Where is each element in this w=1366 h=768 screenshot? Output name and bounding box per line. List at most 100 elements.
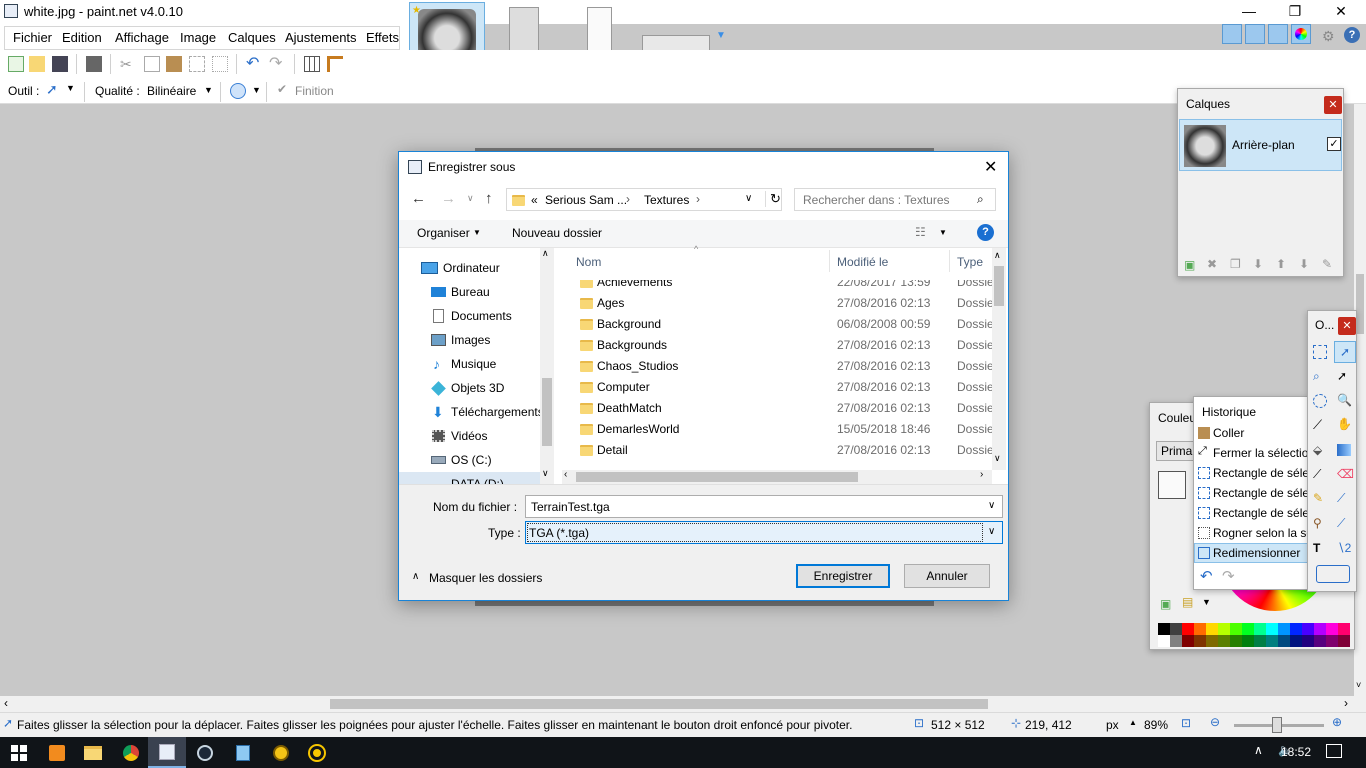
new-folder-button[interactable]: Nouveau dossier: [512, 226, 602, 240]
palette-swatch[interactable]: [1338, 623, 1350, 635]
menu-affichage[interactable]: Affichage: [115, 30, 169, 45]
shapes-tool-icon[interactable]: [1316, 565, 1350, 583]
rectangle-select-tool-icon[interactable]: [1313, 345, 1327, 359]
primary-color-select[interactable]: Primai: [1156, 441, 1196, 461]
palette-swatch[interactable]: [1206, 623, 1218, 635]
ruler-icon[interactable]: [327, 56, 343, 72]
menu-ajustements[interactable]: Ajustements: [285, 30, 357, 45]
palette-swatch[interactable]: [1242, 635, 1254, 647]
file-scroll-down-icon[interactable]: ∨: [994, 453, 1001, 464]
save-icon[interactable]: [52, 56, 68, 72]
cut-icon[interactable]: ✂: [120, 56, 136, 72]
history-toggle-icon[interactable]: [1245, 24, 1265, 44]
back-arrow-icon[interactable]: ←: [411, 190, 426, 207]
taskbar-serious-sam[interactable]: [262, 737, 300, 768]
palette-swatch[interactable]: [1314, 635, 1326, 647]
nav-item-ordinateur[interactable]: Ordinateur: [421, 256, 541, 280]
line-curve-tool-icon[interactable]: ∖2: [1337, 541, 1351, 555]
file-row[interactable]: Achievements 22/08/2017 13:59 Dossie: [562, 280, 992, 293]
duplicate-layer-icon[interactable]: ❐: [1230, 257, 1241, 271]
filename-chevron-down-icon[interactable]: ∨: [988, 500, 995, 511]
history-undo-icon[interactable]: ↶: [1200, 567, 1213, 585]
file-row[interactable]: Detail 27/08/2016 02:13 Dossie: [562, 440, 992, 461]
menu-fichier[interactable]: Fichier: [13, 30, 52, 45]
palette-swatch[interactable]: [1182, 635, 1194, 647]
palette-swatch[interactable]: [1218, 623, 1230, 635]
address-dropdown-chevron-down-icon[interactable]: ∨: [745, 193, 752, 204]
settings-gear-icon[interactable]: ⚙: [1322, 28, 1335, 45]
file-hscrollbar[interactable]: ‹ ›: [562, 469, 992, 484]
layer-properties-icon[interactable]: ✎: [1322, 257, 1332, 271]
menu-edition[interactable]: Edition: [62, 30, 102, 45]
column-header-type[interactable]: Type: [957, 255, 983, 269]
merge-layer-icon[interactable]: ⬇: [1253, 257, 1263, 271]
file-row[interactable]: Backgrounds 27/08/2016 02:13 Dossie: [562, 335, 992, 356]
lasso-tool-icon[interactable]: ⌕: [1313, 369, 1320, 384]
nav-item-objets-3d[interactable]: Objets 3D: [429, 376, 549, 400]
type-chevron-down-icon[interactable]: ∨: [988, 526, 995, 537]
palette-swatch[interactable]: [1230, 623, 1242, 635]
view-options-icon[interactable]: ☷: [915, 225, 926, 239]
undo-icon[interactable]: ↶: [246, 56, 262, 72]
zoom-tool-icon[interactable]: 🔍: [1337, 393, 1352, 407]
copy-icon[interactable]: [144, 56, 160, 72]
tabs-overflow-icon[interactable]: ▼: [716, 30, 726, 41]
palette-swatch[interactable]: [1218, 635, 1230, 647]
palette-swatch[interactable]: [1278, 623, 1290, 635]
move-selected-tool-icon[interactable]: ➚: [1337, 369, 1347, 383]
palette-swatch[interactable]: [1158, 635, 1170, 647]
cancel-button[interactable]: Annuler: [904, 564, 990, 588]
color-palette[interactable]: [1158, 623, 1350, 647]
palette-swatch[interactable]: [1290, 635, 1302, 647]
pencil-tool-icon[interactable]: ✎: [1313, 491, 1323, 505]
color-picker-tool-icon[interactable]: ⟋: [1337, 491, 1345, 506]
column-header-modified[interactable]: Modifié le: [837, 255, 888, 269]
file-scroll-left-icon[interactable]: ‹: [564, 469, 567, 480]
history-item[interactable]: Rectangle de sélec: [1194, 483, 1315, 503]
unit-select[interactable]: px: [1106, 718, 1119, 732]
scroll-left-icon[interactable]: ‹: [4, 696, 8, 710]
history-item[interactable]: ⤢ Fermer la sélection: [1194, 443, 1315, 463]
nav-item-telechargements[interactable]: ⬇ Téléchargements: [429, 400, 554, 424]
file-row[interactable]: Ages 27/08/2016 02:13 Dossie: [562, 293, 992, 314]
hscroll-thumb[interactable]: [330, 699, 988, 709]
open-file-icon[interactable]: [29, 56, 45, 72]
filename-input[interactable]: TerrainTest.tga ∨: [525, 495, 1003, 518]
taskbar-paintnet[interactable]: [148, 737, 186, 768]
quality-select[interactable]: Bilinéaire: [147, 84, 196, 98]
colors-toggle-icon[interactable]: [1291, 24, 1311, 44]
palette-swatch[interactable]: [1290, 623, 1302, 635]
maximize-button[interactable]: ❐: [1272, 0, 1318, 24]
file-scroll-right-icon[interactable]: ›: [980, 469, 983, 480]
taskbar-chrome[interactable]: [112, 737, 150, 768]
palette-swatch[interactable]: [1326, 623, 1338, 635]
nav-item-documents[interactable]: Documents: [429, 304, 549, 328]
palette-menu-icon[interactable]: ▤: [1182, 595, 1193, 609]
close-window-button[interactable]: ✕: [1318, 0, 1364, 24]
organize-button[interactable]: Organiser: [417, 226, 470, 240]
deselect-icon[interactable]: [212, 56, 228, 72]
notifications-icon[interactable]: [1326, 744, 1342, 758]
start-button[interactable]: [0, 737, 38, 768]
nav-scroll-up-icon[interactable]: ∧: [542, 248, 549, 259]
taskbar-file-explorer[interactable]: [74, 737, 112, 768]
history-item-selected[interactable]: Redimensionner: [1194, 543, 1308, 563]
move-layer-up-icon[interactable]: ⬆: [1276, 257, 1286, 271]
palette-swatch[interactable]: [1278, 635, 1290, 647]
zoom-to-window-icon[interactable]: ⊡: [1181, 716, 1191, 730]
tools-toggle-icon[interactable]: [1222, 24, 1242, 44]
palette-swatch[interactable]: [1182, 623, 1194, 635]
quality-chevron-down-icon[interactable]: ▼: [204, 85, 213, 95]
magic-wand-tool-icon[interactable]: ⟋: [1313, 417, 1322, 433]
taskbar-notepad[interactable]: [224, 737, 262, 768]
palette-swatch[interactable]: [1242, 623, 1254, 635]
view-chevron-down-icon[interactable]: ▼: [939, 228, 947, 237]
file-scroll-up-icon[interactable]: ∧: [994, 250, 1001, 261]
palette-swatch[interactable]: [1170, 635, 1182, 647]
search-icon[interactable]: ⌕: [977, 192, 984, 207]
refresh-icon[interactable]: ↻: [765, 191, 781, 207]
file-row[interactable]: Computer 27/08/2016 02:13 Dossie: [562, 377, 992, 398]
eraser-tool-icon[interactable]: ⌫: [1337, 467, 1354, 481]
recent-chevron-down-icon[interactable]: ∨: [467, 193, 474, 204]
palette-swatch[interactable]: [1254, 635, 1266, 647]
